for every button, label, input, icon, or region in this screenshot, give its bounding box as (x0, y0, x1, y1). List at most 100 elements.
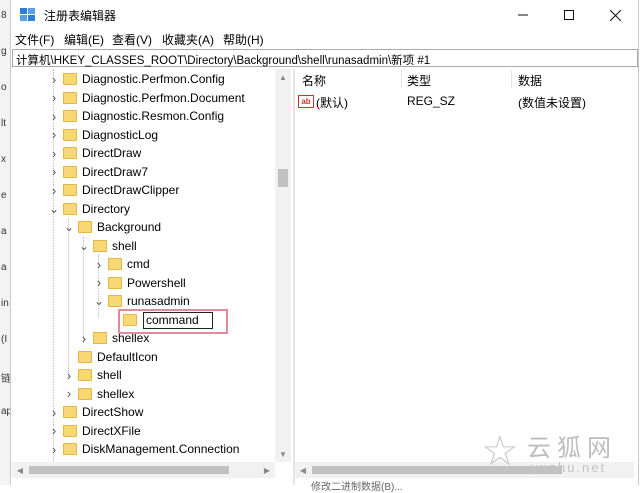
folder-icon (78, 387, 92, 400)
star-icon: ☆ (481, 427, 519, 474)
rename-field[interactable]: command (143, 312, 213, 329)
chevron-right-icon[interactable]: › (94, 255, 104, 273)
close-button[interactable] (592, 0, 638, 30)
chevron-down-icon[interactable]: ⌄ (49, 200, 59, 218)
tree-item[interactable]: › DirectDraw7 (49, 163, 148, 181)
chevron-down-icon[interactable]: ⌄ (64, 218, 74, 236)
scroll-left-icon[interactable]: ◀ (295, 462, 311, 478)
tree-item[interactable]: DefaultIcon (64, 348, 158, 366)
tree-item[interactable]: › Diagnostic.Perfmon.Document (49, 89, 245, 107)
chevron-right-icon[interactable]: › (64, 366, 74, 384)
tree-item[interactable]: › cmd (94, 255, 150, 273)
folder-icon (63, 147, 77, 159)
tree-item-label: shellex (97, 386, 135, 401)
folder-icon (108, 258, 122, 270)
chevron-right-icon[interactable]: › (49, 89, 59, 107)
chevron-right-icon[interactable]: › (94, 274, 104, 292)
chevron-right-icon[interactable]: › (49, 403, 59, 421)
chevron-right-icon[interactable]: › (49, 422, 59, 440)
tree-item[interactable]: › Diagnostic.Perfmon.Config (49, 70, 225, 88)
chevron-right-icon[interactable]: › (64, 385, 74, 403)
folder-icon (78, 369, 92, 381)
scroll-down-icon[interactable]: ▼ (275, 446, 291, 462)
folder-icon (93, 332, 107, 344)
chevron-right-icon[interactable]: › (49, 126, 59, 144)
watermark-cn: 云狐网 (527, 434, 617, 462)
chevron-right-icon[interactable]: › (79, 329, 89, 347)
tree-item[interactable]: › Diagnostic.Resmon.Config (49, 107, 224, 125)
scroll-thumb[interactable] (29, 466, 229, 474)
column-header-type[interactable]: 类型 (407, 72, 431, 89)
pane-splitter[interactable] (293, 69, 295, 485)
background-text: in (1, 298, 9, 309)
tree-item-label: DiskManagement.Connection (82, 442, 240, 456)
context-menu-partial-item: 修改二进制数据(B)... (311, 482, 403, 493)
folder-icon (93, 239, 107, 252)
tree-item[interactable]: › DirectDraw (49, 144, 142, 162)
tree-item-label: shell (97, 368, 122, 382)
menu-file[interactable]: 文件(F) (15, 31, 54, 48)
registry-editor-icon (20, 8, 35, 21)
tree-item[interactable]: › shellex (64, 385, 135, 403)
tree-item[interactable]: › DiskManagement.Connection (49, 440, 240, 458)
address-path: 计算机\HKEY_CLASSES_ROOT\Directory\Backgrou… (16, 55, 431, 67)
scroll-right-icon[interactable]: ▶ (259, 462, 275, 478)
tree-item[interactable]: › DiagnosticLog (49, 126, 158, 144)
tree-horizontal-scrollbar[interactable]: ◀ ▶ (12, 462, 275, 478)
column-divider[interactable] (401, 70, 402, 88)
chevron-right-icon[interactable]: › (49, 70, 59, 88)
folder-icon (108, 276, 122, 289)
chevron-right-icon[interactable]: › (49, 440, 59, 458)
tree-item[interactable]: › shell (64, 366, 122, 384)
folder-icon (78, 350, 92, 363)
window-title: 注册表编辑器 (44, 9, 117, 23)
chevron-right-icon[interactable]: › (49, 144, 59, 162)
tree-item-label: cmd (127, 257, 150, 271)
minimize-button[interactable] (500, 0, 546, 30)
tree-item-label: Diagnostic.Resmon.Config (82, 109, 225, 123)
folder-icon (78, 221, 92, 233)
chevron-right-icon[interactable]: › (49, 181, 59, 199)
tree-item-label: shell (112, 238, 137, 253)
tree-item-label: Powershell (127, 275, 186, 290)
tree-item[interactable]: › Powershell (94, 274, 186, 292)
background-text: o (1, 82, 7, 93)
chevron-right-icon[interactable]: › (49, 163, 59, 181)
background-text: x (1, 154, 6, 165)
chevron-right-icon[interactable]: › (49, 107, 59, 125)
column-header-data[interactable]: 数据 (518, 72, 542, 89)
tree-item[interactable]: › DirectXFile (49, 422, 141, 440)
maximize-button[interactable] (546, 0, 592, 30)
column-header-name[interactable]: 名称 (302, 72, 326, 89)
column-divider[interactable] (511, 70, 512, 88)
folder-icon (63, 202, 77, 215)
menu-help[interactable]: 帮助(H) (223, 31, 264, 48)
tree-item[interactable]: ⌄ shell (79, 237, 137, 255)
tree-item[interactable]: ⌄ runasadmin (94, 292, 190, 310)
background-text: lt (1, 118, 6, 129)
folder-icon (63, 424, 77, 437)
scroll-up-icon[interactable]: ▲ (275, 69, 291, 85)
menu-edit[interactable]: 编辑(E) (64, 31, 104, 48)
scroll-left-icon[interactable]: ◀ (12, 462, 28, 478)
title-bar: 注册表编辑器 (11, 0, 638, 30)
tree-item[interactable]: › DirectDrawClipper (49, 181, 180, 199)
menu-view[interactable]: 查看(V) (112, 31, 152, 48)
tree-item[interactable]: ⌄ Background (64, 218, 161, 236)
minimize-icon (518, 14, 528, 16)
value-name: (默认) (316, 96, 348, 110)
value-data: (数值未设置) (518, 96, 586, 110)
scroll-thumb[interactable] (278, 169, 288, 187)
tree-vertical-scrollbar[interactable]: ▲ ▼ (275, 69, 291, 462)
close-icon (609, 9, 621, 21)
chevron-down-icon[interactable]: ⌄ (79, 237, 89, 255)
tree-item-label: Background (97, 220, 162, 234)
chevron-down-icon[interactable]: ⌄ (94, 292, 104, 310)
folder-icon (108, 295, 122, 307)
tree-item[interactable]: ⌄ Directory (49, 200, 130, 218)
tree-item[interactable]: › DirectShow (49, 403, 144, 421)
tree-item-label: Diagnostic.Perfmon.Config (82, 72, 225, 86)
address-bar[interactable]: 计算机\HKEY_CLASSES_ROOT\Directory\Backgrou… (12, 49, 638, 67)
menu-favorites[interactable]: 收藏夹(A) (162, 31, 214, 48)
